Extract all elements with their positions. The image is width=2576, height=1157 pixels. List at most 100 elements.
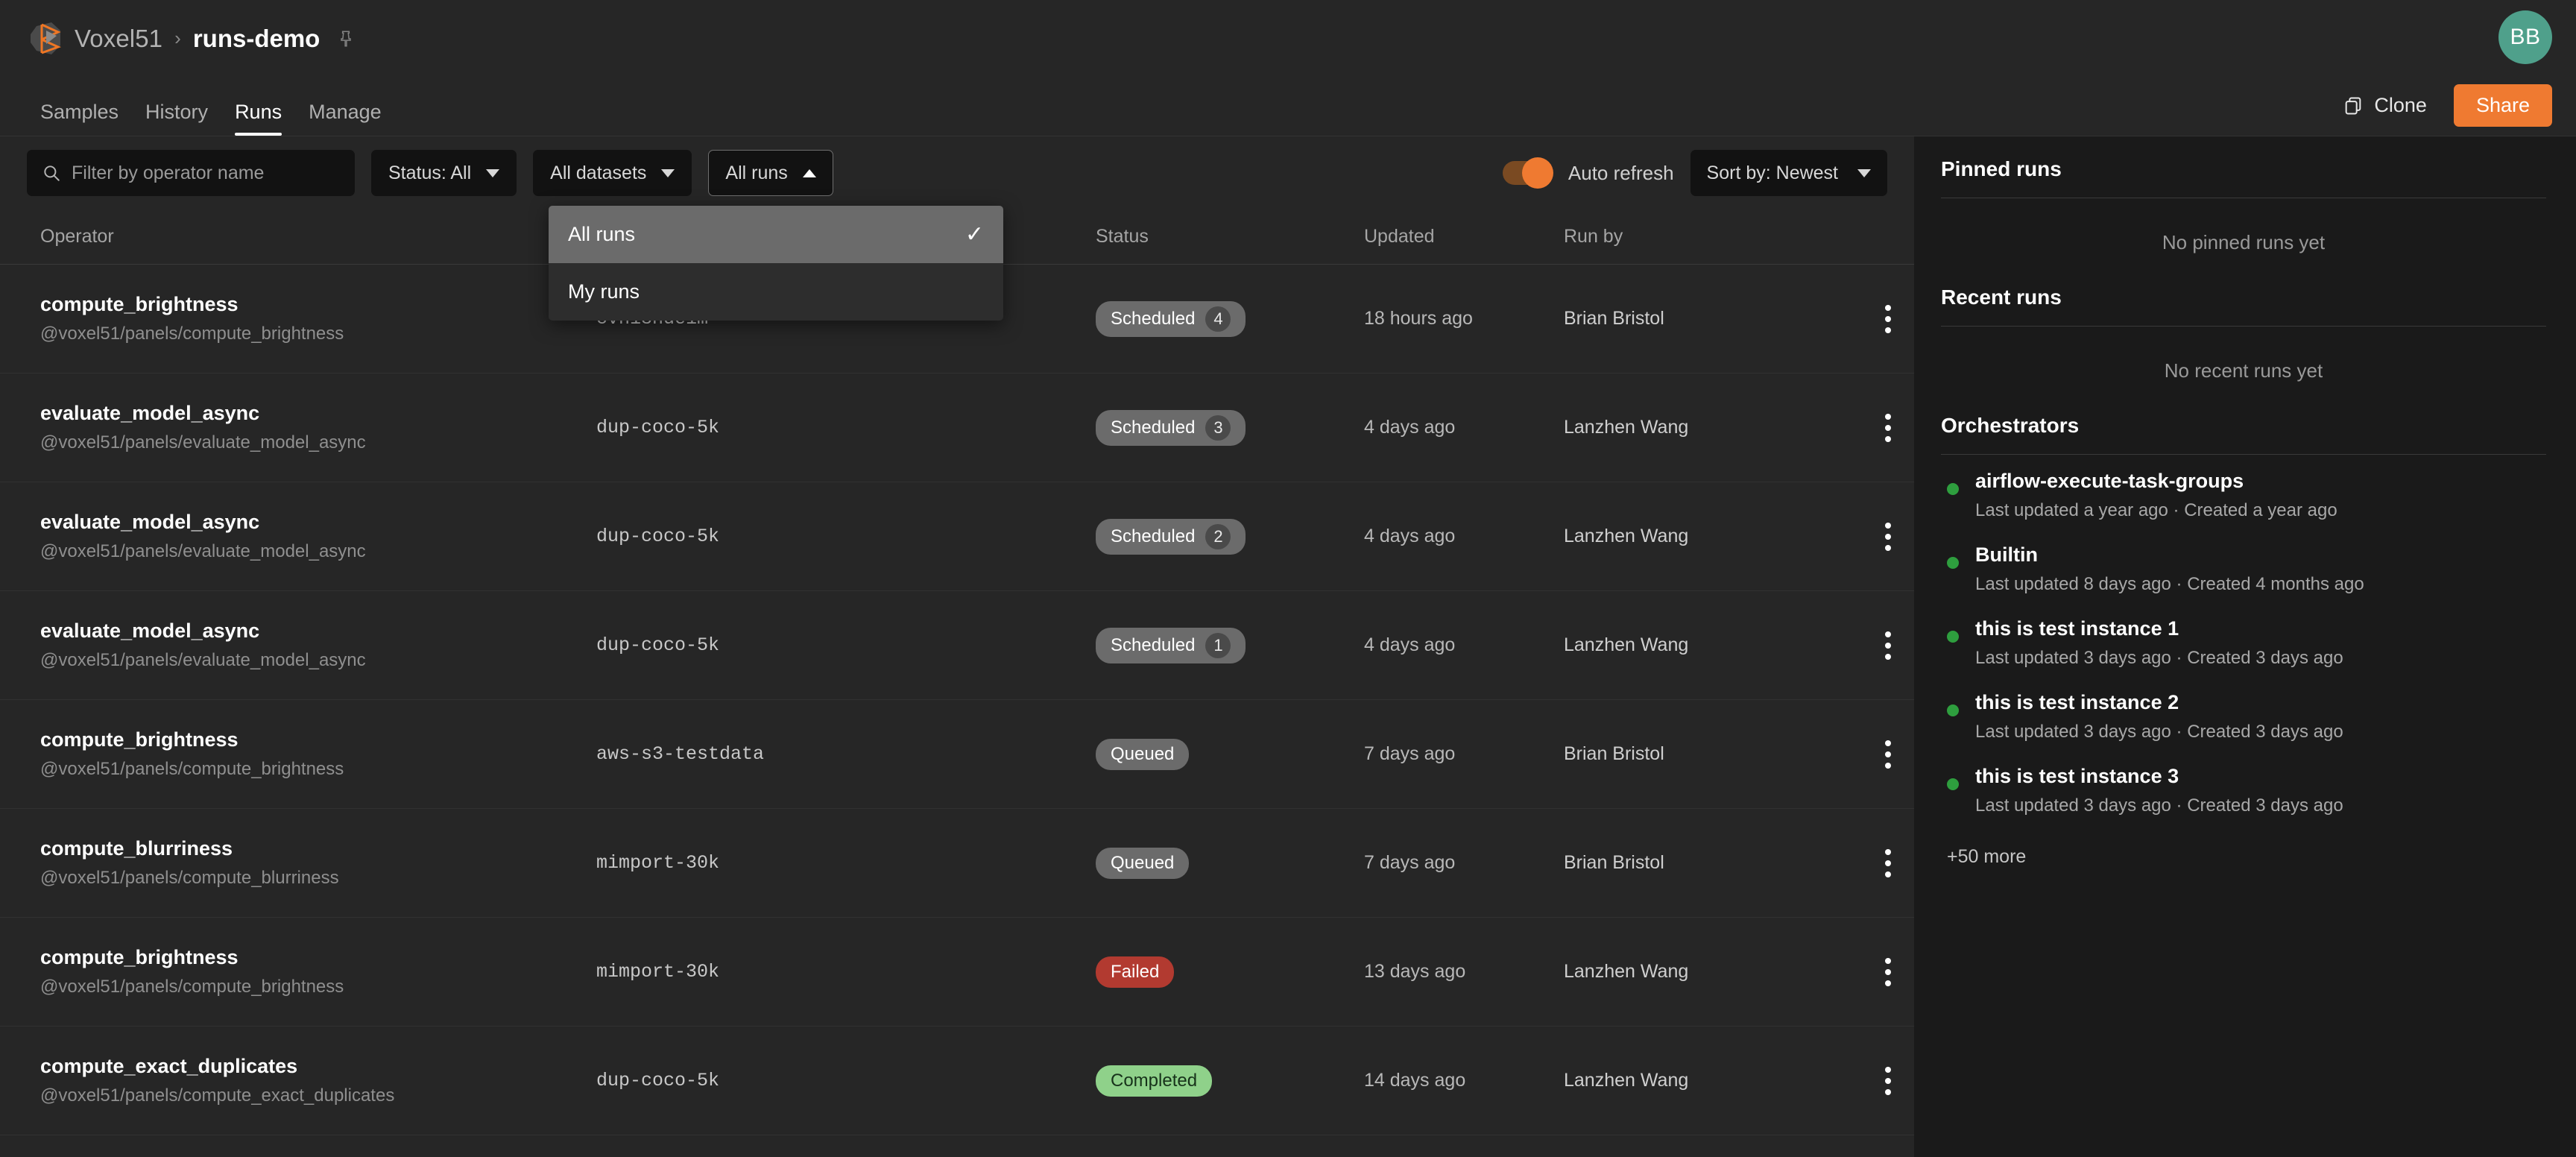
table-row[interactable]: evaluate_model_async @voxel51/panels/eval… bbox=[0, 373, 1914, 482]
cell-status: Scheduled 2 bbox=[1096, 518, 1364, 555]
clone-button[interactable]: Clone bbox=[2332, 87, 2437, 124]
pin-icon[interactable] bbox=[336, 28, 356, 50]
voxel51-logo-icon bbox=[31, 22, 61, 54]
top-bar: Voxel51 › runs-demo BB bbox=[0, 0, 2576, 77]
cell-dataset: mimport-30k bbox=[589, 961, 1096, 983]
orchestrator-item[interactable]: this is test instance 1 Last updated 3 da… bbox=[1941, 605, 2546, 679]
table-body: compute_brightness @voxel51/panels/comput… bbox=[0, 265, 1914, 1135]
breadcrumb-org[interactable]: Voxel51 bbox=[75, 25, 162, 53]
right-sidebar: Pinned runs No pinned runs yet Recent ru… bbox=[1914, 136, 2576, 1157]
status-filter-dropdown[interactable]: Status: All bbox=[371, 150, 517, 196]
status-count: 1 bbox=[1205, 632, 1231, 658]
operator-uri: @voxel51/panels/evaluate_model_async bbox=[40, 432, 366, 453]
tab-samples[interactable]: Samples bbox=[27, 101, 132, 136]
sort-label: Sort by: Newest bbox=[1706, 162, 1838, 183]
cell-status: Completed bbox=[1096, 1065, 1364, 1097]
operator-name: evaluate_model_async bbox=[40, 402, 260, 424]
orchestrator-item[interactable]: this is test instance 2 Last updated 3 da… bbox=[1941, 679, 2546, 753]
cell-operator: evaluate_model_async @voxel51/panels/eval… bbox=[0, 402, 589, 453]
operator-name: compute_brightness bbox=[40, 293, 239, 315]
avatar[interactable]: BB bbox=[2498, 10, 2552, 64]
cell-updated: 18 hours ago bbox=[1364, 308, 1473, 329]
menu-item-all-runs[interactable]: All runs ✓ bbox=[549, 206, 1003, 263]
menu-item-label: My runs bbox=[568, 280, 640, 303]
clone-label: Clone bbox=[2374, 94, 2427, 116]
operator-uri: @voxel51/panels/compute_brightness bbox=[40, 977, 344, 997]
cell-status: Scheduled 1 bbox=[1096, 627, 1364, 663]
cell-dataset: dup-coco-5k bbox=[589, 417, 1096, 438]
table-row[interactable]: evaluate_model_async @voxel51/panels/eval… bbox=[0, 591, 1914, 700]
operator-uri: @voxel51/panels/compute_brightness bbox=[40, 759, 344, 779]
status-dot-icon bbox=[1947, 631, 1959, 643]
status-badge: Scheduled 4 bbox=[1096, 300, 1246, 337]
cell-updated: 4 days ago bbox=[1364, 526, 1456, 546]
status-label: Scheduled bbox=[1111, 634, 1196, 655]
operator-name: compute_blurriness bbox=[40, 837, 233, 860]
orchestrator-item[interactable]: this is test instance 3 Last updated 3 da… bbox=[1941, 753, 2546, 827]
divider bbox=[1941, 454, 2546, 455]
pinned-runs-empty: No pinned runs yet bbox=[2162, 231, 2326, 253]
orchestrators-more-link[interactable]: +50 more bbox=[1941, 846, 2546, 868]
share-button[interactable]: Share bbox=[2453, 84, 2552, 127]
orchestrator-item[interactable]: airflow-execute-task-groups Last updated … bbox=[1941, 458, 2546, 532]
operator-name: compute_brightness bbox=[40, 946, 239, 968]
cell-run-by: Lanzhen Wang bbox=[1564, 417, 1689, 438]
copy-icon bbox=[2346, 97, 2361, 114]
row-menu-button[interactable] bbox=[1878, 842, 1898, 885]
dataset-name: dup-coco-5k bbox=[596, 526, 720, 547]
auto-refresh-toggle[interactable] bbox=[1502, 157, 1553, 189]
status-badge: Scheduled 2 bbox=[1096, 518, 1246, 555]
row-menu-button[interactable] bbox=[1878, 624, 1898, 667]
dataset-filter-label: All datasets bbox=[550, 162, 647, 183]
row-menu-button[interactable] bbox=[1878, 950, 1898, 994]
status-label: Scheduled bbox=[1111, 526, 1196, 546]
cell-dataset: mimport-30k bbox=[589, 852, 1096, 874]
runs-filter-menu: All runs ✓ My runs bbox=[549, 206, 1003, 321]
cell-updated: 7 days ago bbox=[1364, 852, 1456, 873]
table-row[interactable]: evaluate_model_async @voxel51/panels/eval… bbox=[0, 482, 1914, 591]
sort-dropdown[interactable]: Sort by: Newest bbox=[1690, 150, 1887, 196]
cell-operator: compute_blurriness @voxel51/panels/comput… bbox=[0, 837, 589, 889]
table-row[interactable]: compute_exact_duplicates @voxel51/panels/… bbox=[0, 1027, 1914, 1135]
cell-run-by: Brian Bristol bbox=[1564, 308, 1664, 329]
cell-run-by: Lanzhen Wang bbox=[1564, 634, 1689, 655]
cell-updated: 7 days ago bbox=[1364, 743, 1456, 764]
table-row[interactable]: compute_blurriness @voxel51/panels/comput… bbox=[0, 809, 1914, 918]
table-row[interactable]: compute_brightness @voxel51/panels/comput… bbox=[0, 700, 1914, 809]
operator-uri: @voxel51/panels/compute_exact_duplicates bbox=[40, 1085, 395, 1106]
column-header-operator: Operator bbox=[40, 226, 114, 247]
search-icon bbox=[44, 165, 60, 181]
cell-menu bbox=[1862, 1059, 1914, 1103]
search-input[interactable] bbox=[72, 162, 340, 184]
check-icon: ✓ bbox=[965, 221, 984, 247]
row-menu-button[interactable] bbox=[1878, 297, 1898, 341]
cell-menu bbox=[1862, 297, 1914, 341]
dataset-name: aws-s3-testdata bbox=[596, 743, 765, 765]
search-box[interactable] bbox=[27, 150, 355, 196]
dataset-filter-dropdown[interactable]: All datasets bbox=[533, 150, 692, 196]
table-row[interactable]: compute_brightness @voxel51/panels/comput… bbox=[0, 918, 1914, 1027]
menu-item-my-runs[interactable]: My runs bbox=[549, 263, 1003, 321]
row-menu-button[interactable] bbox=[1878, 1059, 1898, 1103]
dataset-name: mimport-30k bbox=[596, 852, 720, 874]
tab-history[interactable]: History bbox=[132, 101, 221, 136]
status-badge: Scheduled 1 bbox=[1096, 627, 1246, 663]
orchestrator-name: airflow-execute-task-groups bbox=[1975, 470, 2244, 492]
tab-runs[interactable]: Runs bbox=[221, 101, 295, 136]
row-menu-button[interactable] bbox=[1878, 406, 1898, 450]
operator-uri: @voxel51/panels/compute_brightness bbox=[40, 324, 344, 344]
cell-menu bbox=[1862, 842, 1914, 885]
tab-manage[interactable]: Manage bbox=[295, 101, 395, 136]
runs-filter-dropdown[interactable]: All runs bbox=[708, 150, 833, 196]
cell-status: Queued bbox=[1096, 847, 1364, 879]
status-label: Failed bbox=[1111, 961, 1160, 982]
orchestrator-item[interactable]: Builtin Last updated 8 days ago · Created… bbox=[1941, 532, 2546, 605]
status-count: 3 bbox=[1205, 414, 1231, 441]
breadcrumb: Voxel51 › runs-demo bbox=[75, 25, 356, 53]
status-badge: Queued bbox=[1096, 847, 1190, 879]
operator-name: evaluate_model_async bbox=[40, 511, 260, 533]
cell-updated: 4 days ago bbox=[1364, 634, 1456, 655]
row-menu-button[interactable] bbox=[1878, 515, 1898, 558]
status-badge: Scheduled 3 bbox=[1096, 409, 1246, 446]
row-menu-button[interactable] bbox=[1878, 733, 1898, 776]
